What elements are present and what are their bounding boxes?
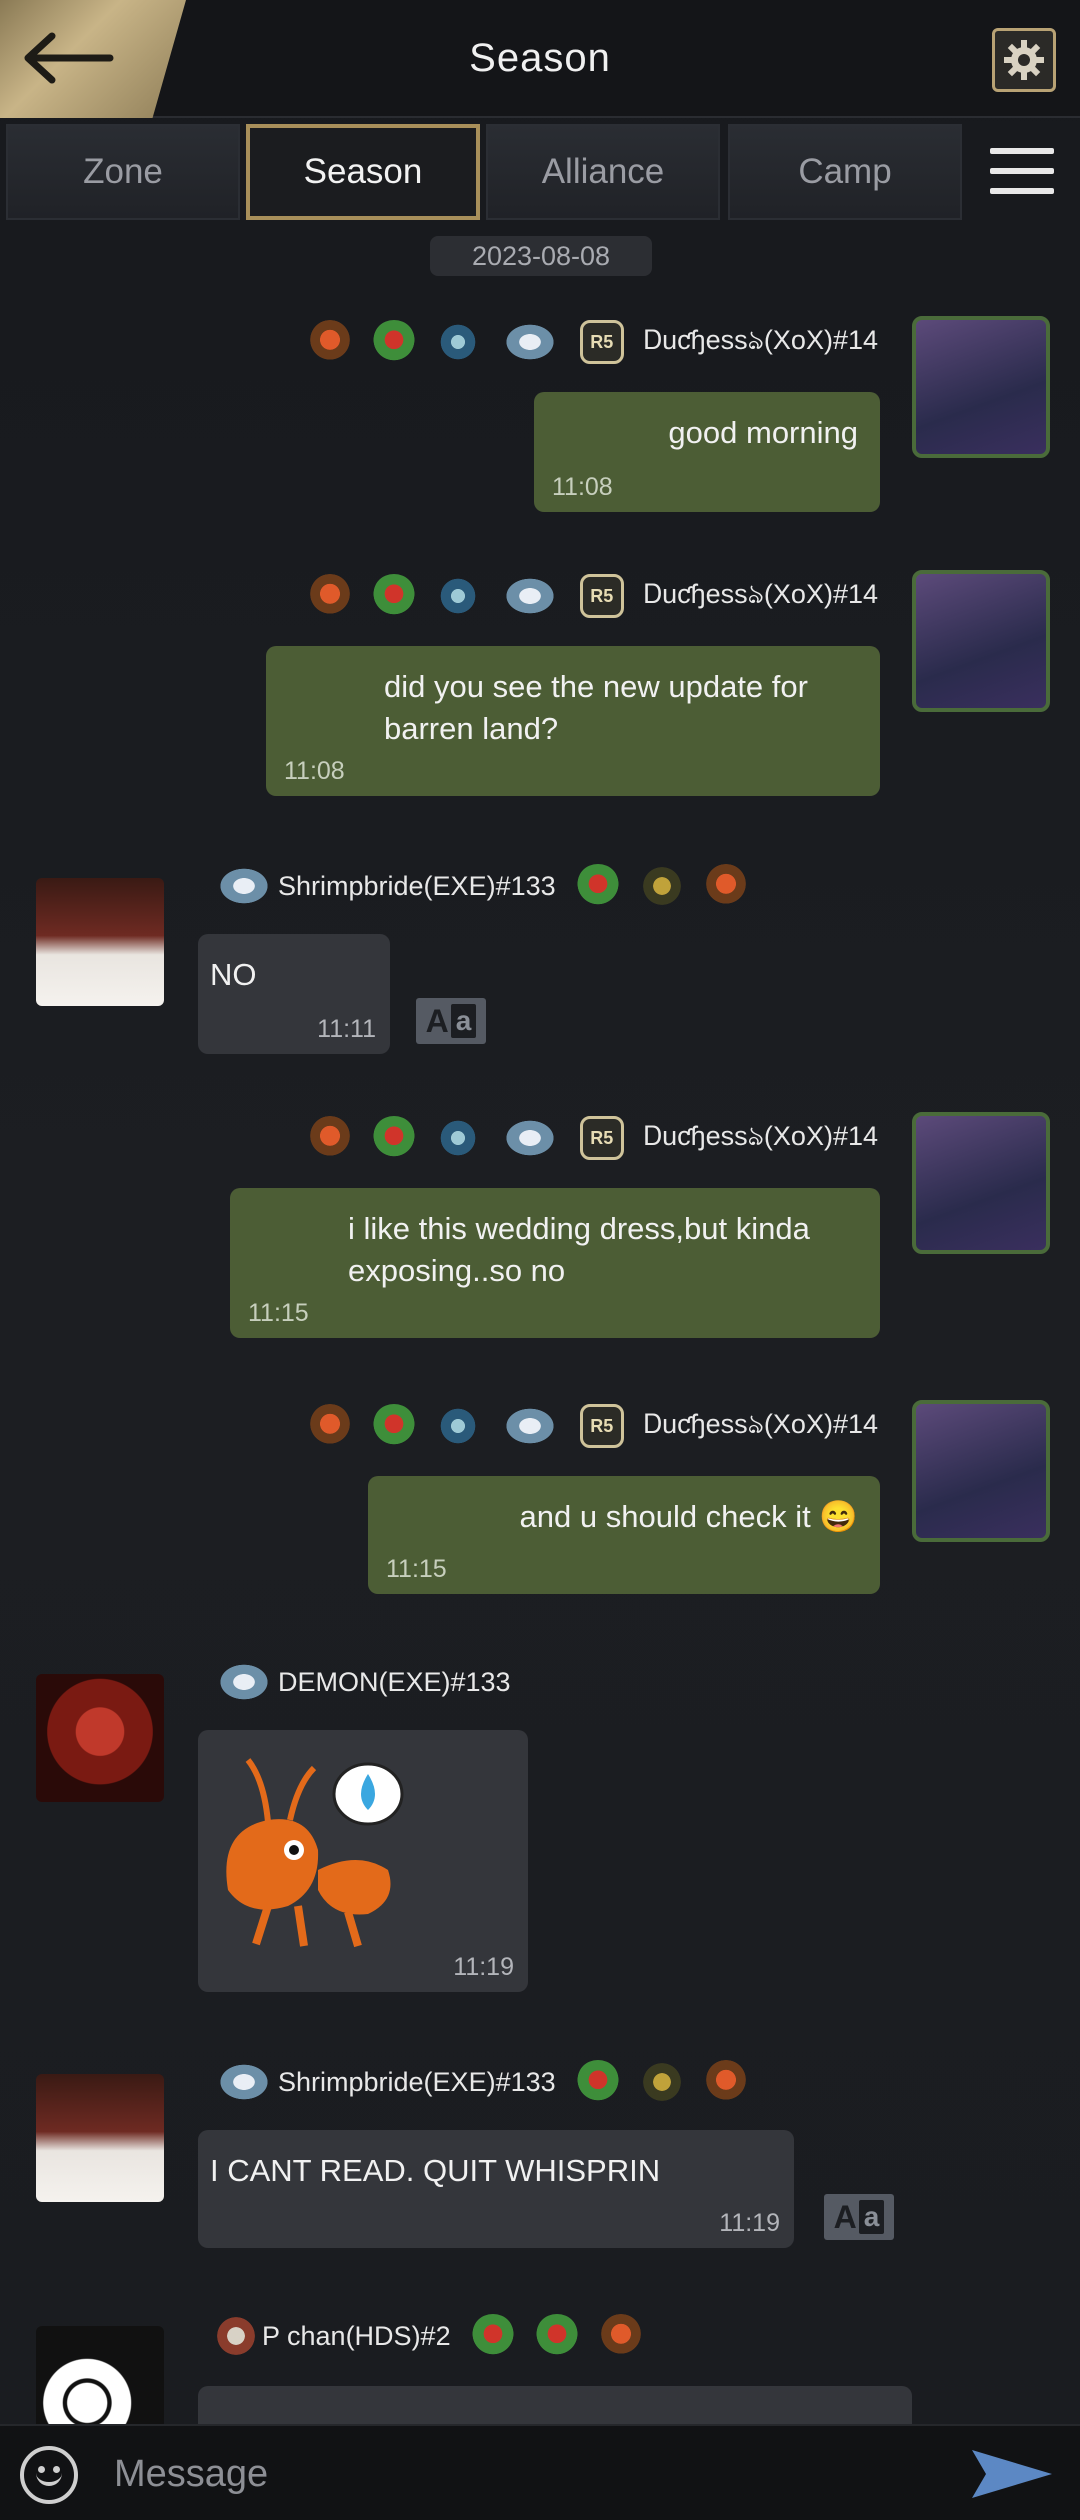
badge-icon (307, 1116, 352, 1160)
avatar[interactable] (912, 1400, 1050, 1542)
message-bubble[interactable]: did you see the new update for barren la… (266, 646, 880, 796)
avatar[interactable] (912, 570, 1050, 712)
sender-name[interactable]: Shrimpbride(EXE)#133 (278, 2067, 556, 2098)
message-text: and u should check it 😄 (519, 1499, 858, 1534)
sender-row: R5 Ꭰuƈɧessঌ(XoX)#14 (307, 1402, 878, 1450)
sender-name[interactable]: Ꭰuƈɧessঌ(XoX)#14 (644, 574, 878, 619)
badge-icon (639, 864, 684, 908)
sender-row: Shrimpbride(EXE)#133 (214, 862, 748, 910)
badge-icon (214, 1660, 274, 1704)
tab-zone[interactable]: Zone (6, 124, 240, 220)
message-bubble[interactable]: i like this wedding dress,but kinda expo… (230, 1188, 880, 1338)
badge-icon (639, 2060, 684, 2104)
message-bubble[interactable]: and u should check it 😄 11:15 (368, 1476, 880, 1594)
tab-camp[interactable]: Camp (728, 124, 962, 220)
message-text: did you see the new update for barren la… (384, 669, 808, 746)
smiley-icon[interactable] (20, 2446, 78, 2504)
rank-badge: R5 (579, 320, 624, 364)
message-time: 11:11 (317, 1015, 376, 1043)
badge-icon (214, 2314, 258, 2358)
badge-icon (371, 1404, 416, 1448)
badge-icon (598, 2314, 643, 2358)
badge-icon (371, 320, 416, 364)
list-menu-icon[interactable] (990, 148, 1054, 196)
sender-row: R5 Ꭰuƈɧessঌ(XoX)#14 (307, 318, 878, 366)
sender-name[interactable]: DEMON(EXE)#133 (278, 1667, 511, 1698)
rank-badge: R5 (579, 1404, 624, 1448)
badge-icon (499, 320, 560, 364)
badge-icon (371, 574, 416, 618)
badge-icon (307, 574, 352, 618)
sender-row: Shrimpbride(EXE)#133 (214, 2058, 748, 2106)
message-time: 11:19 (719, 2209, 780, 2237)
badge-icon (435, 574, 480, 618)
badge-icon (371, 1116, 416, 1160)
sender-row: DEMON(EXE)#133 (214, 1658, 511, 1706)
avatar[interactable] (36, 878, 164, 1006)
badge-icon (435, 320, 480, 364)
sender-row: R5 Ꭰuƈɧessঌ(XoX)#14 (307, 572, 878, 620)
badge-icon (307, 320, 352, 364)
channel-tabs: Zone Season Alliance Camp (0, 122, 1080, 222)
message-time: 11:15 (386, 1555, 447, 1583)
header-bar: Season (0, 0, 1080, 118)
message-text: i like this wedding dress,but kinda expo… (348, 1211, 810, 1288)
sender-name[interactable]: Ꭰuƈɧessঌ(XoX)#14 (644, 1116, 878, 1161)
badge-icon (575, 2060, 620, 2104)
send-button[interactable] (970, 2448, 1054, 2505)
ant-sweat-sticker (226, 1758, 404, 1948)
sender-name[interactable]: Ꭰuƈɧessঌ(XoX)#14 (644, 1404, 878, 1449)
tab-alliance[interactable]: Alliance (486, 124, 720, 220)
badge-icon (703, 2060, 748, 2104)
badge-icon (214, 2060, 274, 2104)
message-time: 11:08 (284, 757, 345, 785)
badge-icon (435, 1116, 480, 1160)
avatar[interactable] (912, 316, 1050, 458)
translate-button[interactable]: A a (416, 998, 486, 1044)
badge-icon (499, 1404, 560, 1448)
message-bubble[interactable]: NO 11:11 (198, 934, 390, 1054)
sender-row: P chan(HDS)#2 (214, 2312, 643, 2360)
badge-icon (575, 864, 620, 908)
message-time: 11:15 (248, 1299, 309, 1327)
sender-name[interactable]: Ꭰuƈɧessঌ(XoX)#14 (644, 320, 878, 365)
chat-screen: Season Zone Season Alliance Camp 2023-08… (0, 0, 1080, 2520)
date-divider: 2023-08-08 (430, 236, 652, 276)
badge-icon (435, 1404, 480, 1448)
badge-icon (214, 864, 274, 908)
badge-icon (499, 574, 560, 618)
sender-row: R5 Ꭰuƈɧessঌ(XoX)#14 (307, 1114, 878, 1162)
message-bubble[interactable]: 11:19 (198, 1730, 528, 1992)
gear-icon (1004, 40, 1044, 80)
badge-icon (470, 2314, 515, 2358)
message-text: NO (210, 957, 257, 992)
page-title: Season (469, 36, 611, 80)
message-text: I CANT READ. QUIT WHISPRIN (210, 2153, 661, 2188)
composer-bar (0, 2424, 1080, 2520)
message-text: good morning (668, 415, 858, 450)
avatar[interactable] (36, 2074, 164, 2202)
badge-icon (534, 2314, 579, 2358)
message-time: 11:19 (453, 1953, 514, 1981)
message-bubble[interactable]: I CANT READ. QUIT WHISPRIN 11:19 (198, 2130, 794, 2248)
message-input[interactable] (114, 2444, 934, 2504)
send-icon (972, 2450, 1052, 2498)
rank-badge: R5 (579, 574, 624, 618)
sender-name[interactable]: Shrimpbride(EXE)#133 (278, 871, 556, 902)
badge-icon (307, 1404, 352, 1448)
tab-season[interactable]: Season (246, 124, 480, 220)
message-time: 11:08 (552, 473, 613, 501)
avatar[interactable] (912, 1112, 1050, 1254)
badge-icon (499, 1116, 560, 1160)
translate-button[interactable]: A a (824, 2194, 894, 2240)
rank-badge: R5 (579, 1116, 624, 1160)
settings-button[interactable] (992, 28, 1056, 92)
sender-name[interactable]: P chan(HDS)#2 (262, 2321, 451, 2352)
badge-icon (703, 864, 748, 908)
message-bubble[interactable]: good morning 11:08 (534, 392, 880, 512)
avatar[interactable] (36, 1674, 164, 1802)
